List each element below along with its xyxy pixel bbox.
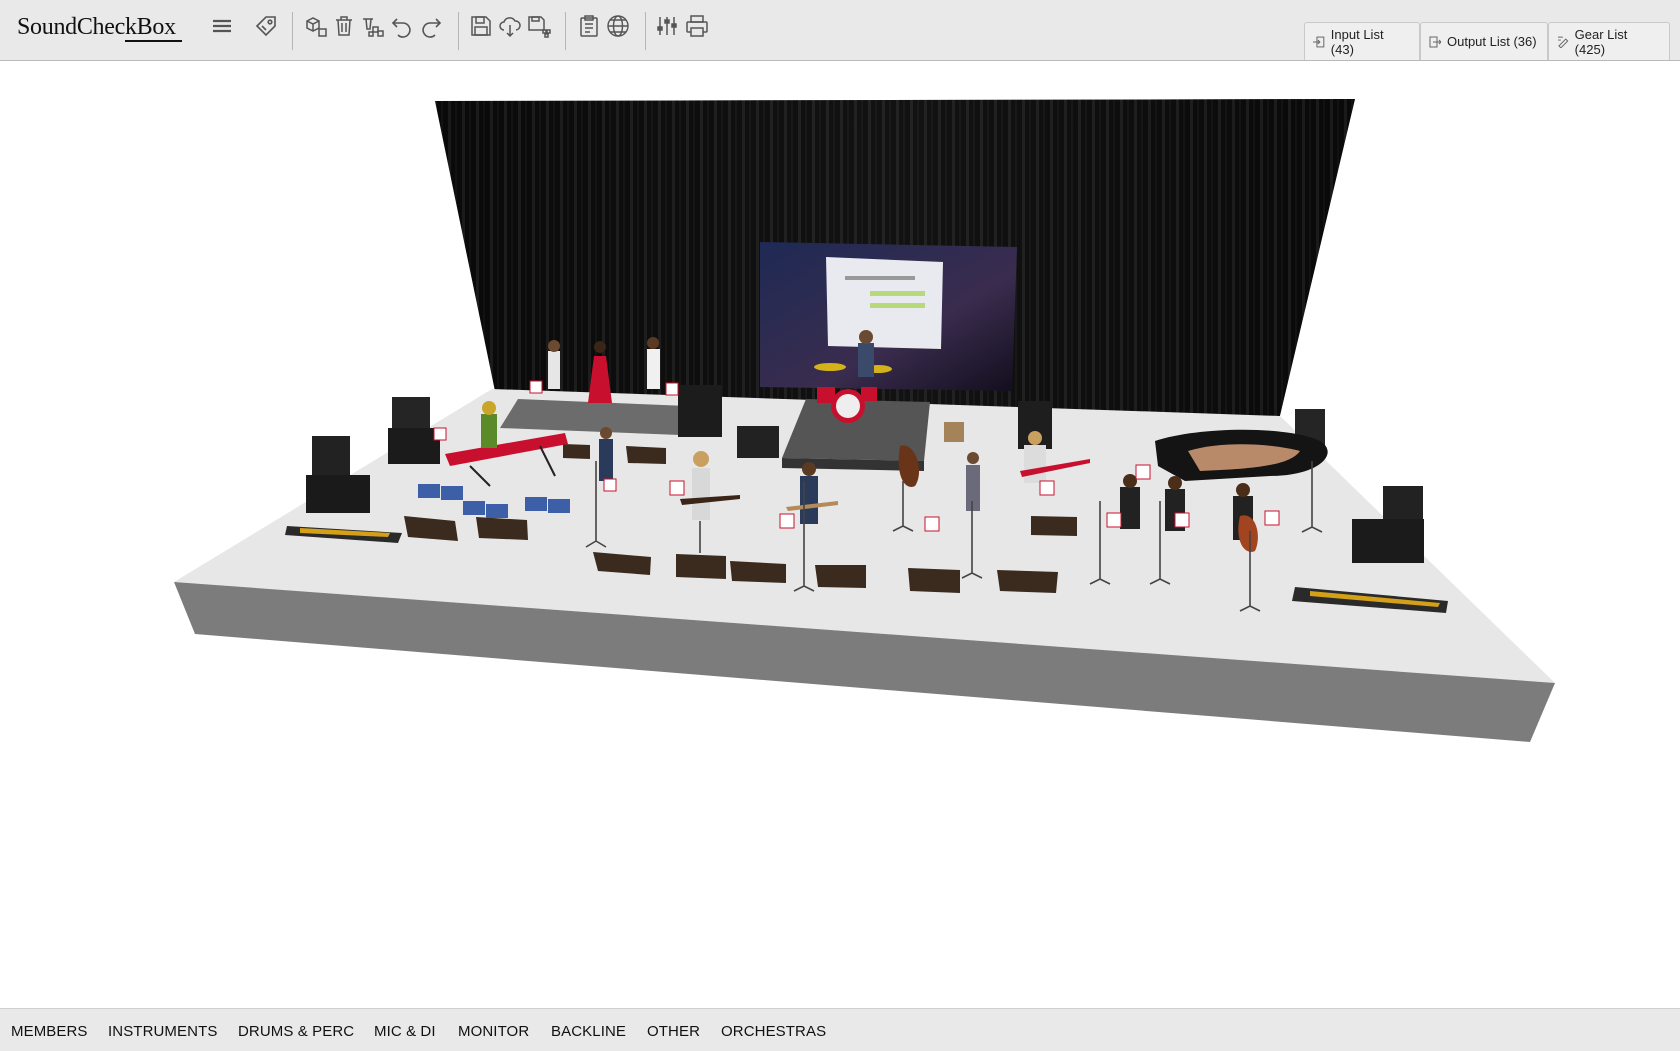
category-mic-di[interactable]: MIC & DI — [374, 1023, 436, 1040]
print-icon[interactable] — [683, 12, 711, 40]
category-instruments[interactable]: INSTRUMENTS — [108, 1023, 217, 1040]
input-list-icon — [1313, 36, 1325, 47]
category-members[interactable]: MEMBERS — [11, 1023, 88, 1040]
toolbar-divider — [645, 12, 646, 50]
undo-icon[interactable] — [388, 12, 416, 40]
category-orchestras[interactable]: ORCHESTRAS — [721, 1023, 826, 1040]
tab-gear-list[interactable]: Gear List (425) — [1548, 22, 1670, 60]
tag-icon[interactable] — [252, 12, 280, 40]
gear-list-icon — [1557, 36, 1569, 48]
category-other[interactable]: OTHER — [647, 1023, 700, 1040]
toolbar-divider — [458, 12, 459, 50]
tab-output-list-label: Output List (36) — [1447, 34, 1537, 49]
category-drums-perc[interactable]: DRUMS & PERC — [238, 1023, 354, 1040]
save-as-icon[interactable] — [525, 12, 553, 40]
tab-output-list[interactable]: Output List (36) — [1420, 22, 1548, 60]
tab-input-list-label: Input List (43) — [1330, 26, 1384, 57]
amp — [678, 385, 722, 437]
clipboard-icon[interactable] — [575, 12, 603, 40]
stage-scene[interactable] — [0, 61, 1680, 1008]
amp — [944, 422, 964, 442]
app-logo: SoundCheckBox — [17, 14, 176, 40]
category-backline[interactable]: BACKLINE — [551, 1023, 626, 1040]
toolbar-divider — [292, 12, 293, 50]
globe-icon[interactable] — [604, 12, 632, 40]
delete-icon[interactable] — [330, 12, 358, 40]
category-bar: MEMBERS INSTRUMENTS DRUMS & PERC MIC & D… — [0, 1008, 1680, 1051]
redo-icon[interactable] — [417, 12, 445, 40]
logo-underline — [125, 40, 182, 42]
mixer-icon[interactable] — [653, 12, 681, 40]
add-element-icon[interactable] — [302, 12, 330, 40]
delete-all-icon[interactable] — [359, 12, 387, 40]
output-list-icon — [1429, 36, 1441, 47]
save-icon[interactable] — [467, 12, 495, 40]
cloud-upload-icon[interactable] — [496, 12, 524, 40]
menu-icon[interactable] — [208, 12, 236, 40]
toolbar-divider — [565, 12, 566, 50]
stage-viewport[interactable] — [0, 61, 1680, 1008]
tab-gear-list-label: Gear List (425) — [1574, 26, 1628, 57]
tab-input-list[interactable]: Input List (43) — [1304, 22, 1420, 60]
category-monitor[interactable]: MONITOR — [458, 1023, 529, 1040]
top-toolbar: SoundCheckBox Input List (43) Output Lis… — [0, 0, 1680, 61]
amp — [737, 426, 779, 458]
